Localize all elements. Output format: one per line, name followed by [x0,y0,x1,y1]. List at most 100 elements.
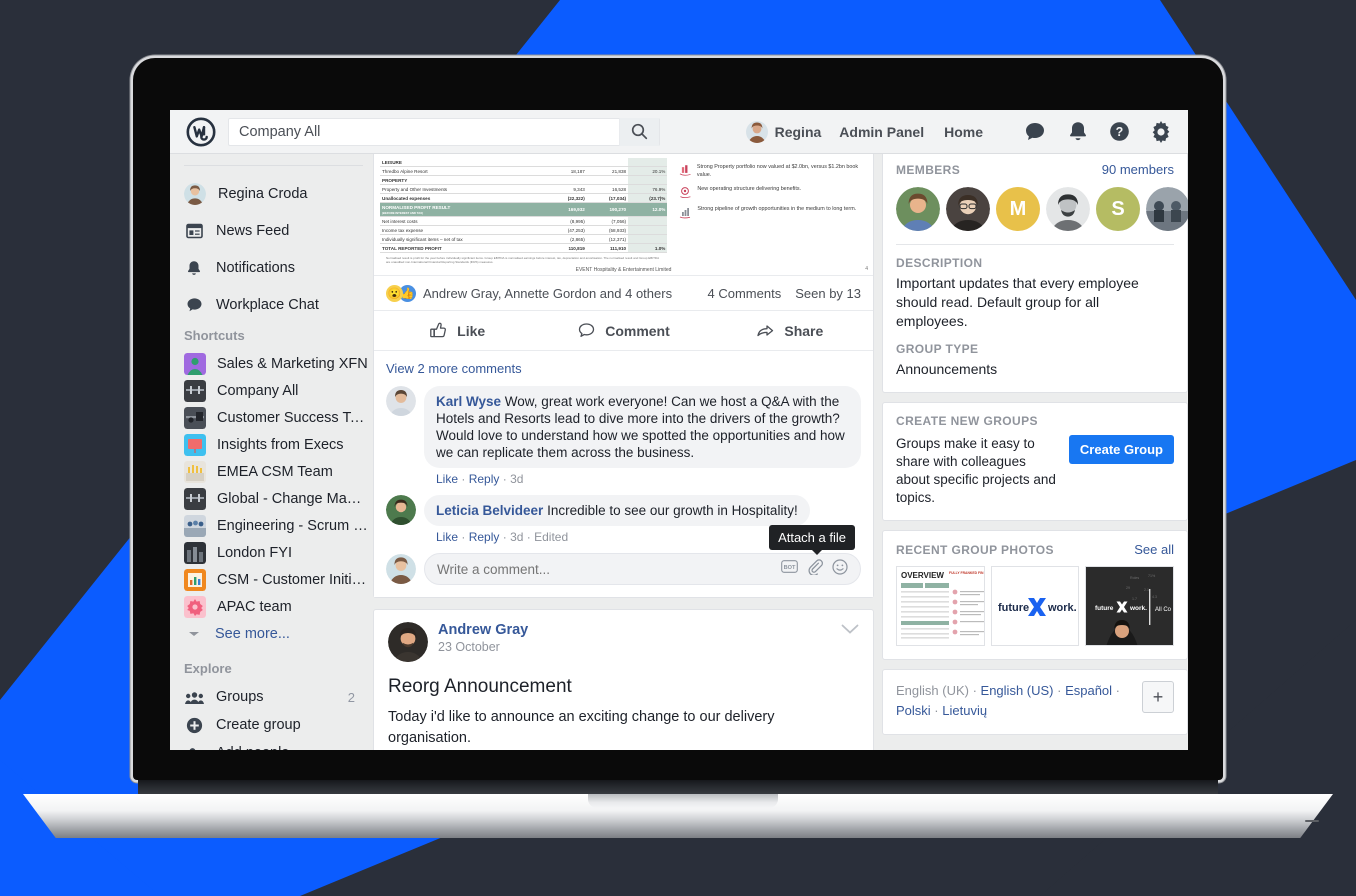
photo-thumbnail-overview[interactable]: OVERVIEW FULLY FRANKED FIN [896,566,985,646]
avatar[interactable] [388,622,428,662]
view-more-comments-link[interactable]: View 2 more comments [386,361,861,376]
comment-author[interactable]: Leticia Belvideer [436,503,543,518]
seen-by-count[interactable]: Seen by 13 [795,286,861,301]
row-label: Income tax expense [380,225,546,235]
post-timestamp[interactable]: 23 October [438,640,528,654]
language-link-lietuviu[interactable]: Lietuvių [942,703,987,718]
chevron-down-icon[interactable] [841,622,859,640]
sidebar-item-insights-from-execs[interactable]: Insights from Execs [184,431,373,458]
sidebar-item-news-feed[interactable]: News Feed [184,217,373,245]
bell-icon[interactable] [1067,120,1089,144]
question-circle-icon[interactable]: ? [1109,121,1130,142]
comment-reply-link[interactable]: Reply [469,472,500,486]
comments-count[interactable]: 4 Comments [708,286,782,301]
create-groups-row: Groups make it easy to share with collea… [896,435,1174,507]
member-avatar-4[interactable] [1046,187,1090,231]
sidebar-item-label: London FYI [217,544,292,561]
group-type-label: GROUP TYPE [896,342,979,356]
row-label: NORMALISED PROFIT RESULT (BEFORE INTEREST… [380,202,546,217]
member-avatar-1[interactable] [896,187,940,231]
see-more-label: See more... [215,625,290,642]
language-link-polski[interactable]: Polski [896,703,931,718]
sidebar-item-create-group[interactable]: Create group [184,711,373,739]
emoji-smiley-icon[interactable] [832,558,848,580]
sidebar-item-csm-customer-initiatives[interactable]: CSM - Customer Initiati… [184,566,373,593]
comment-author[interactable]: Karl Wyse [436,394,501,409]
sidebar-item-groups[interactable]: Groups 2 [184,683,373,711]
comment-input[interactable] [437,561,781,577]
sidebar-item-add-people[interactable]: Add people [184,739,373,750]
sidebar-item-london-fyi[interactable]: London FYI [184,539,373,566]
reaction-icons[interactable]: 😮 👍 [386,285,416,302]
sidebar-item-apac-team[interactable]: APAC team [184,593,373,620]
member-avatar-6[interactable] [1146,187,1188,231]
top-navigation-bar: Regina Admin Panel Home [170,110,1188,154]
share-arrow-icon [757,325,774,337]
sidebar-item-workplace-chat[interactable]: Workplace Chat [184,291,373,319]
gear-icon[interactable] [1150,120,1172,143]
svg-text:71%: 71% [1148,574,1156,578]
post-author-name[interactable]: Andrew Gray [438,622,528,638]
home-link[interactable]: Home [944,124,983,140]
avatar[interactable] [386,386,416,416]
sidebar-item-label: Engineering - Scrum St… [217,517,369,534]
comment-button[interactable]: Comment [540,311,706,350]
members-count-link[interactable]: 90 members [1102,162,1174,177]
table-row: Unallocated expenses (22,322) (17,034) (23.… [380,193,668,203]
language-list: English (UK) · English (US) · Español · … [896,683,1120,718]
sidebar-item-sales-marketing-xfn[interactable]: Sales & Marketing XFN [184,350,373,377]
language-current: English (UK) [896,683,969,698]
bot-icon[interactable]: BOT [781,560,798,578]
share-button[interactable]: Share [707,311,873,350]
post-header: Andrew Gray 23 October [388,622,859,662]
search-input[interactable] [229,123,619,140]
row-label: Individually significant items – net of … [380,234,546,244]
member-avatar-initial-m[interactable]: M [996,187,1040,231]
plus-icon[interactable]: + [1142,681,1174,713]
see-all-photos-link[interactable]: See all [1134,542,1174,557]
svg-text:OVERVIEW: OVERVIEW [901,571,944,580]
sidebar-item-customer-success-team[interactable]: Customer Success Team [184,404,373,431]
recent-photos-label: RECENT GROUP PHOTOS [896,543,1054,557]
sidebar-item-notifications[interactable]: Notifications [184,254,373,282]
like-button[interactable]: Like [374,311,540,350]
group-thumbnail [184,514,206,537]
report-bullet: Strong Property portfolio now valued at … [679,164,867,179]
svg-text:?: ? [1116,125,1124,139]
language-link-english-us[interactable]: English (US) [981,683,1054,698]
paperclip-icon[interactable] [807,558,823,580]
sidebar-item-profile[interactable]: Regina Croda [184,180,373,208]
search-icon[interactable] [619,117,659,146]
comment-like-link[interactable]: Like [436,530,458,544]
search-bar[interactable] [228,117,660,146]
member-avatar-initial-s[interactable]: S [1096,187,1140,231]
workplace-logo-icon[interactable] [186,117,216,147]
comment-button-label: Comment [605,322,670,339]
svg-text:work.: work. [1129,605,1147,612]
sidebar-item-emea-csm-team[interactable]: EMEA CSM Team [184,458,373,485]
see-more-shortcuts-button[interactable]: See more... [184,620,373,647]
create-group-button[interactable]: Create Group [1068,435,1174,464]
current-user-link[interactable]: Regina [745,120,821,143]
comment-input-wrapper[interactable]: BOT [424,553,861,585]
member-avatar-2[interactable] [946,187,990,231]
explore-heading: Explore [184,661,232,676]
reactions-text[interactable]: Andrew Gray, Annette Gordon and 4 others [423,286,672,301]
sidebar-item-company-all[interactable]: Company All [184,377,373,404]
photo-thumbnail-future-work-logo[interactable]: future work. [990,566,1080,646]
laptop-front-notch [588,794,778,808]
comment-reply-link[interactable]: Reply [469,530,500,544]
comment-like-link[interactable]: Like [436,472,458,486]
sidebar-item-global-change-management[interactable]: Global - Change Mana… [184,485,373,512]
language-link-espanol[interactable]: Español [1065,683,1112,698]
sidebar-item-engineering-scrum-standup[interactable]: Engineering - Scrum St… [184,512,373,539]
row-label: PROPERTY [380,175,546,185]
photo-thumbnail-whiteboard-video[interactable]: Roles 71% 29 2.1 1.7 4.3 future work. All Co [1085,566,1175,646]
chat-bubble-icon[interactable] [1023,120,1047,144]
table-row: Thredbo Alpine Resort 18,187 21,838 20.1% [380,166,668,176]
avatar[interactable] [386,495,416,525]
sidebar-item-label: Customer Success Team [217,409,369,426]
financial-report-slide: LEISURE Thredbo Alpine Resort 18,187 21,83… [374,154,873,275]
admin-panel-link[interactable]: Admin Panel [839,124,924,140]
post-attachment-image[interactable]: LEISURE Thredbo Alpine Resort 18,187 21,83… [374,154,873,276]
